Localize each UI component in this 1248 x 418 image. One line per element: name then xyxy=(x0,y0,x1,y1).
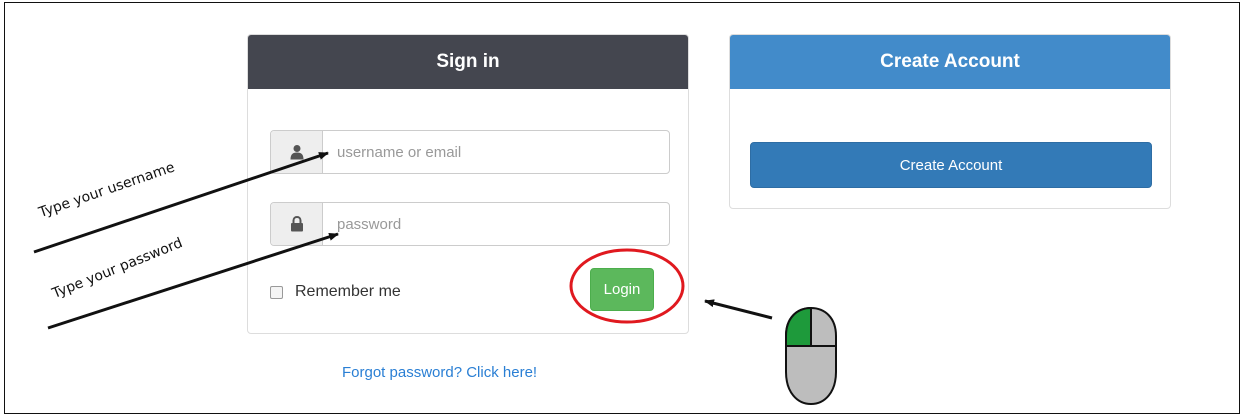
remember-me-label: Remember me xyxy=(295,283,401,300)
user-icon xyxy=(271,131,323,173)
username-input[interactable] xyxy=(323,131,669,173)
create-account-panel: Create Account Create Account xyxy=(729,34,1171,209)
login-button[interactable]: Login xyxy=(590,268,654,311)
signin-panel: Sign in Remember me Login xyxy=(247,34,689,334)
password-input-group xyxy=(270,202,670,246)
remember-me[interactable]: Remember me xyxy=(270,283,401,301)
create-account-button[interactable]: Create Account xyxy=(750,142,1152,188)
password-input[interactable] xyxy=(323,203,669,245)
signin-header: Sign in xyxy=(248,35,688,89)
create-account-header: Create Account xyxy=(730,35,1170,89)
lock-icon xyxy=(271,203,323,245)
username-input-group xyxy=(270,130,670,174)
forgot-password-link[interactable]: Forgot password? Click here! xyxy=(342,364,537,381)
remember-me-checkbox[interactable] xyxy=(270,285,283,299)
